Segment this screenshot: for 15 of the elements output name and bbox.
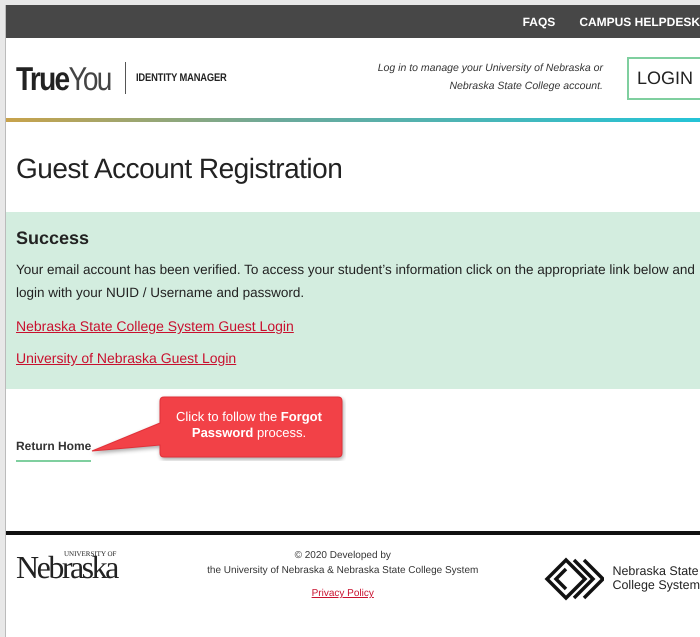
nav-link[interactable]: CAMPUS HELPDESK [579,12,700,30]
diamond-logo-icon [544,557,604,601]
guest-login-link[interactable]: Nebraska State College System Guest Login [16,318,294,334]
nscs-logo-text: Nebraska State College System [612,565,700,593]
login-note: Log in to manage your University of Nebraska or Nebraska State College account. [378,61,603,94]
nav-link[interactable]: FAQS [522,12,556,30]
trueyou-logo: TrueYou [16,62,111,94]
page-title: Guest Account Registration [16,152,344,186]
footer-credit: © 2020 Developed by the University of Nebraska & Nebraska State College System [207,549,478,578]
privacy-link[interactable]: Privacy Policy [312,586,374,601]
login-button[interactable]: LOGIN [626,56,700,100]
alert-message: Your email account has been verified. To access your student’s information click on the appropriate link below and login with your NUID / Username and password. [16,261,696,302]
app-subtitle: IDENTITY MANAGER [136,70,227,86]
alert-title: Success [16,228,90,250]
guest-login-link[interactable]: University of Nebraska Guest Login [16,350,236,366]
